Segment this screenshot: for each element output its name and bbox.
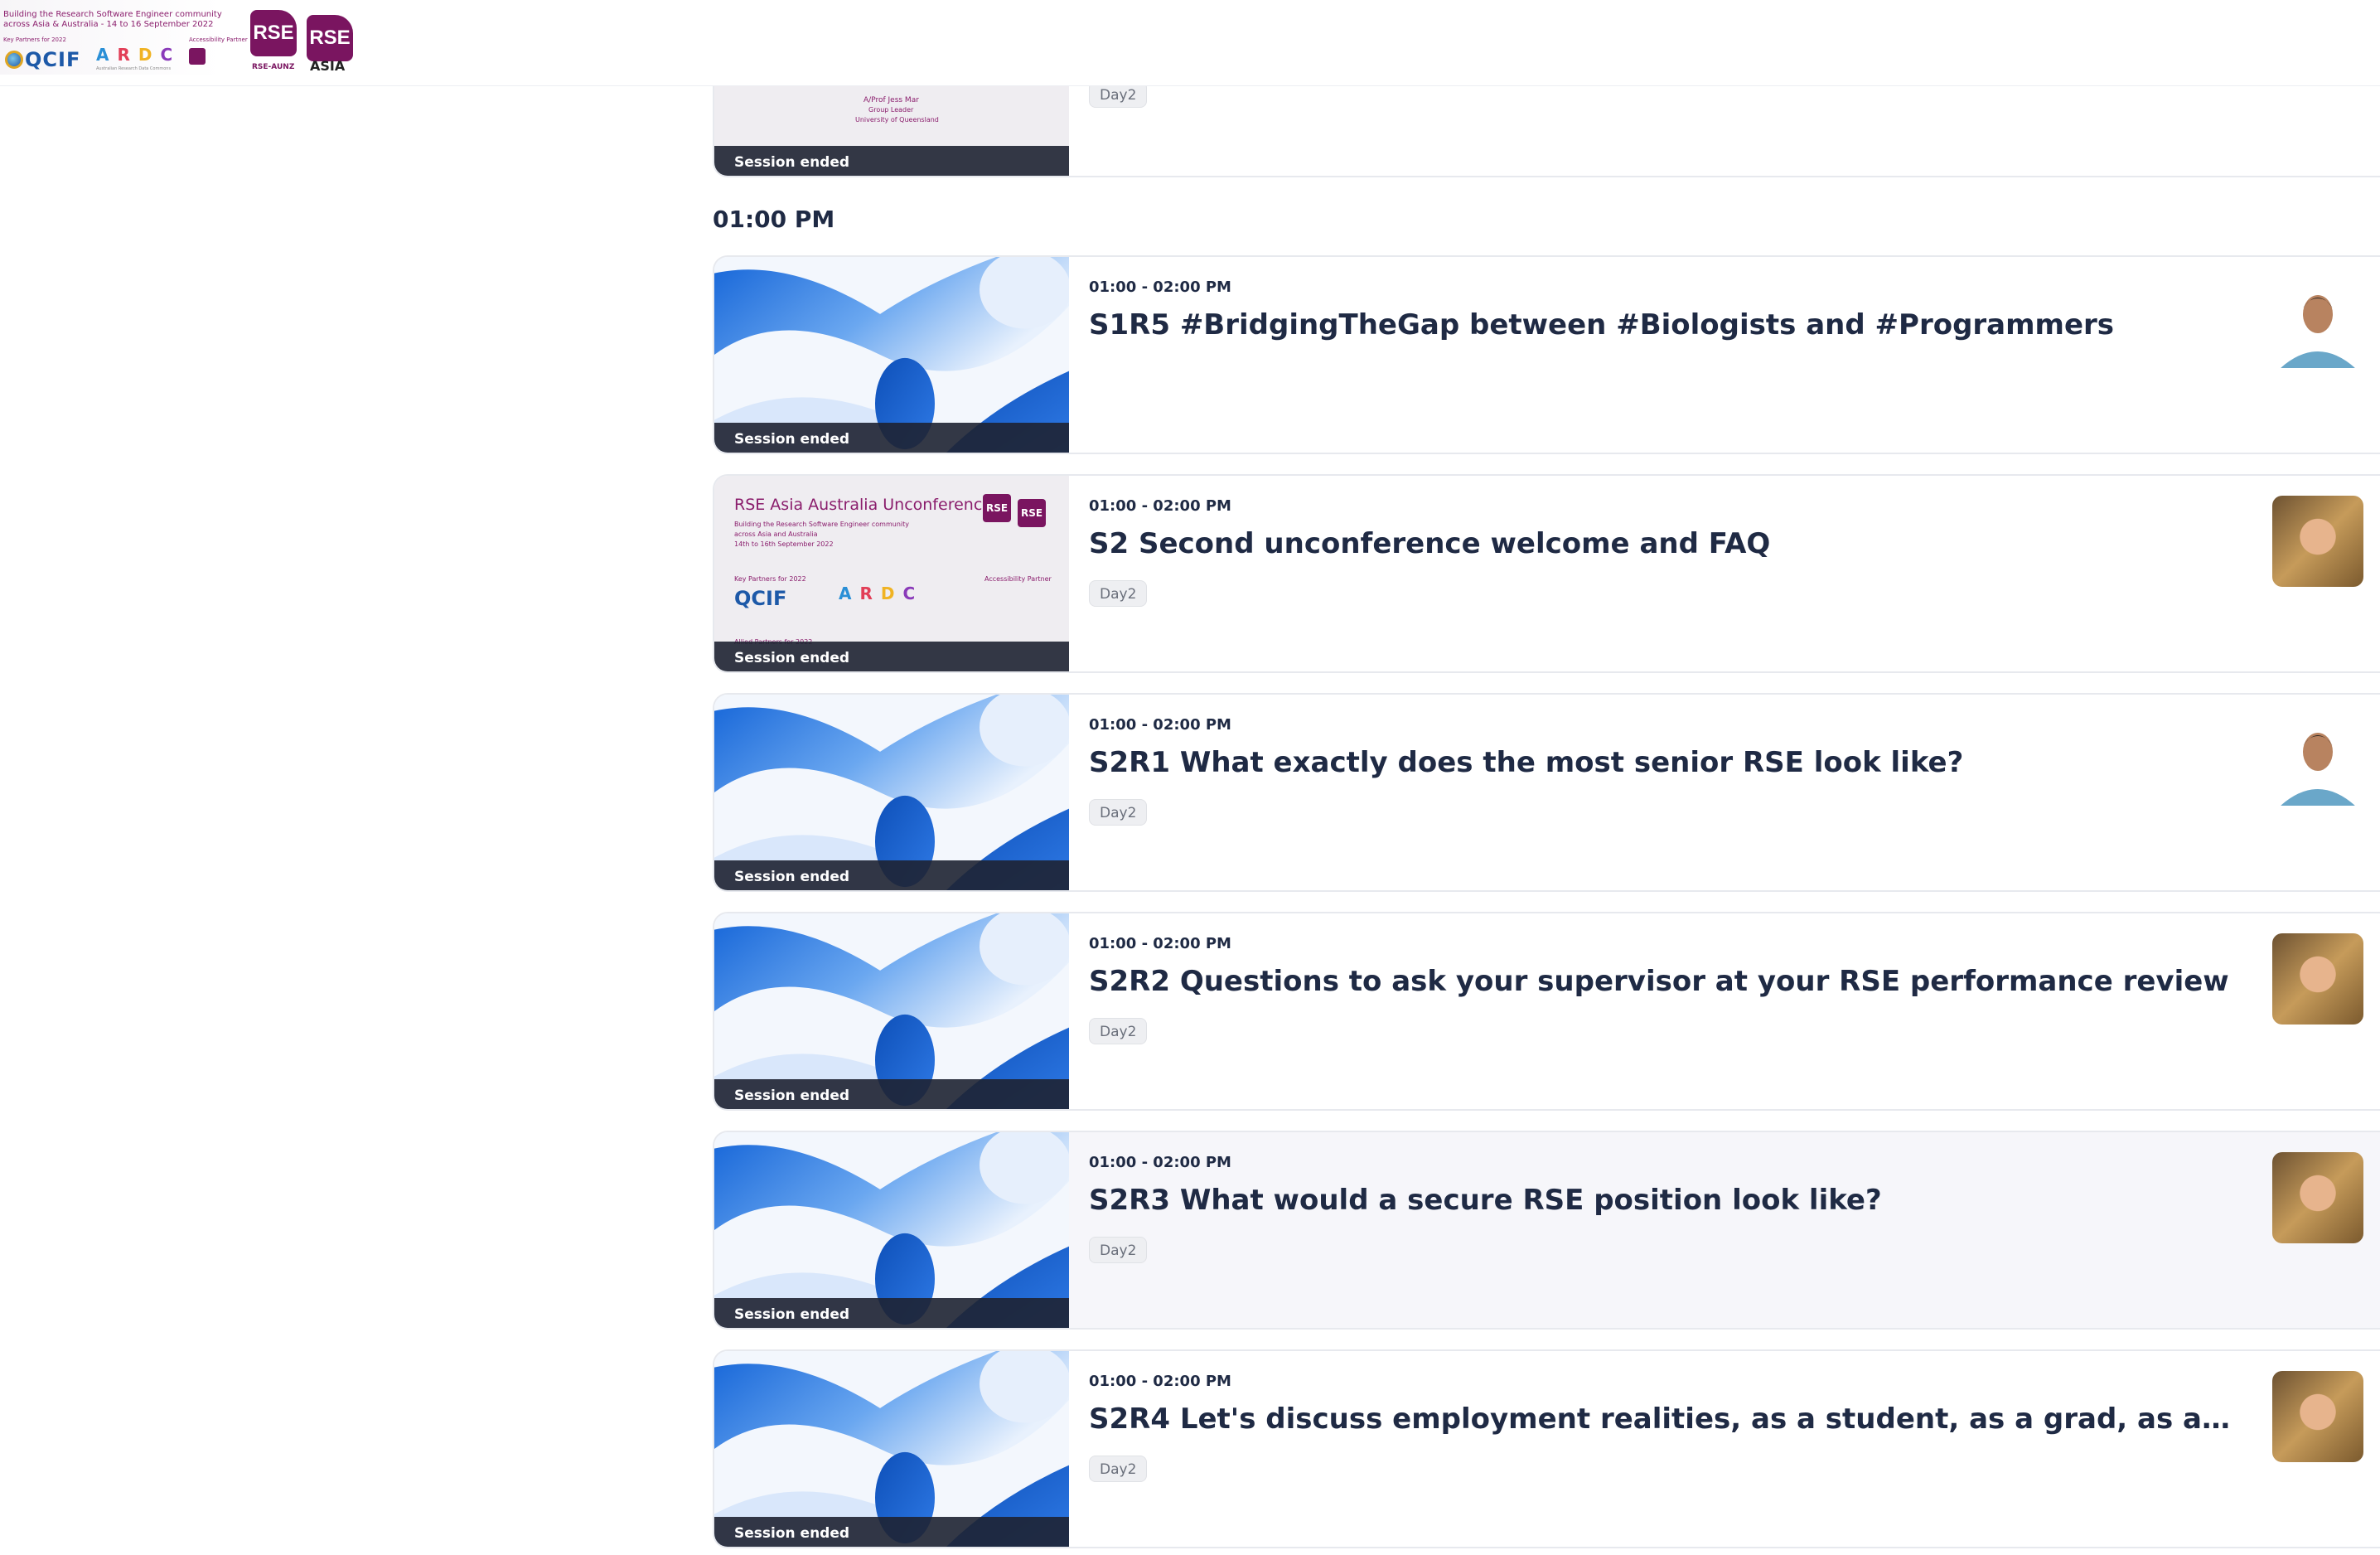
session-title[interactable]: S2R1 What exactly does the most senior R… [1089, 744, 2232, 781]
session-title[interactable]: S2R4 Let's discuss employment realities,… [1089, 1401, 2232, 1437]
session-time: 01:00 - 02:00 PM [1089, 716, 1231, 734]
qcif-logo: QCIF [734, 587, 787, 610]
speaker-photo [2272, 277, 2363, 368]
session-thumbnail: Session ended [714, 1351, 1069, 1547]
session-info: 01:00 - 02:00 PM S2 Second unconference … [1089, 496, 2232, 607]
thumb-speaker-name: A/Prof Jess Mar [863, 96, 919, 104]
accessibility-partner-logo [189, 48, 206, 65]
session-status: Session ended [714, 146, 1069, 176]
rse-aunz-logo: RSE [250, 10, 297, 56]
globe-icon [5, 51, 23, 69]
session-card[interactable]: Session ended 01:00 - 02:00 PM S2R2 Ques… [713, 912, 2380, 1111]
session-time: 01:00 - 02:00 PM [1089, 1373, 1231, 1390]
day-tag[interactable]: Day2 [1089, 1456, 1148, 1482]
day-tag[interactable]: Day2 [1089, 1018, 1148, 1044]
session-time: 01:00 - 02:00 PM [1089, 279, 1231, 296]
event-banner-logo[interactable]: Building the Research Software Engineer … [0, 0, 370, 75]
session-thumbnail: RSE Asia Australia Unconference Building… [714, 476, 1069, 671]
session-thumbnail: Session ended [714, 913, 1069, 1109]
ardc-subtitle: Australian Research Data Commons [96, 66, 172, 71]
schedule-list: A/Prof Jess Mar Group Leader University … [713, 0, 2380, 1555]
session-status: Session ended [714, 1079, 1069, 1109]
session-card[interactable]: Session ended 01:00 - 02:00 PM S1R5 #Bri… [713, 255, 2380, 454]
rse-asia-logo: RSE [1018, 499, 1046, 527]
session-time: 01:00 - 02:00 PM [1089, 935, 1231, 952]
session-title[interactable]: S2R2 Questions to ask your supervisor at… [1089, 963, 2232, 1000]
rse-asia-logo: RSE [307, 15, 353, 61]
thumb-speaker-role: Group Leader [868, 106, 914, 114]
qcif-text: QCIF [25, 48, 81, 71]
banner-accessibility-partner: Accessibility Partner [189, 36, 248, 43]
session-info: 01:00 - 02:00 PM S2R3 What would a secur… [1089, 1152, 2232, 1263]
rse-logo: RSE [983, 494, 1011, 522]
session-title[interactable]: S2R3 What would a secure RSE position lo… [1089, 1182, 2232, 1218]
session-status: Session ended [714, 860, 1069, 890]
time-slot-heading: 01:00 PM [713, 206, 835, 233]
thumb-conference-title: RSE Asia Australia Unconference [734, 496, 992, 514]
speaker-avatar[interactable] [2272, 1152, 2363, 1243]
session-card-hovered[interactable]: Session ended 01:00 - 02:00 PM S2R3 What… [713, 1131, 2380, 1330]
session-card[interactable]: Session ended 01:00 - 02:00 PM S2R4 Let'… [713, 1349, 2380, 1548]
session-info: 01:00 - 02:00 PM S2R1 What exactly does … [1089, 715, 2232, 826]
banner-dates: across Asia & Australia - 14 to 16 Septe… [3, 20, 214, 29]
qcif-logo: QCIF [5, 48, 80, 71]
session-title[interactable]: S1R5 #BridgingTheGap between #Biologists… [1089, 307, 2232, 343]
rse-aunz-label: RSE-AUNZ [252, 63, 295, 71]
day-tag[interactable]: Day2 [1089, 799, 1148, 826]
session-info: 01:00 - 02:00 PM S2R4 Let's discuss empl… [1089, 1371, 2232, 1482]
session-thumbnail: Session ended [714, 695, 1069, 890]
thumb-speaker-org: University of Queensland [855, 116, 939, 124]
speaker-photo [2272, 715, 2363, 806]
speaker-avatar[interactable] [2272, 715, 2363, 806]
session-status: Session ended [714, 642, 1069, 671]
session-status: Session ended [714, 1517, 1069, 1547]
top-header: Building the Research Software Engineer … [0, 0, 2380, 86]
banner-tagline: Building the Research Software Engineer … [3, 10, 222, 19]
speaker-avatar[interactable] [2272, 496, 2363, 587]
session-info: 01:00 - 02:00 PM S1R5 #BridgingTheGap be… [1089, 277, 2232, 343]
day-tag[interactable]: Day2 [1089, 1237, 1148, 1263]
session-card[interactable]: RSE Asia Australia Unconference Building… [713, 474, 2380, 673]
session-time: 01:00 - 02:00 PM [1089, 497, 1231, 515]
session-title[interactable]: S2 Second unconference welcome and FAQ [1089, 526, 2232, 562]
session-card[interactable]: Session ended 01:00 - 02:00 PM S2R1 What… [713, 693, 2380, 892]
session-time: 01:00 - 02:00 PM [1089, 1154, 1231, 1171]
day-tag[interactable]: Day2 [1089, 580, 1148, 607]
rse-asia-label: ASIA [310, 58, 346, 74]
session-thumbnail: Session ended [714, 1132, 1069, 1328]
session-status: Session ended [714, 1298, 1069, 1328]
session-info: 01:00 - 02:00 PM S2R2 Questions to ask y… [1089, 933, 2232, 1044]
banner-key-partners: Key Partners for 2022 [3, 36, 66, 43]
speaker-avatar[interactable] [2272, 933, 2363, 1025]
session-thumbnail: Session ended [714, 257, 1069, 453]
ardc-logo: ARDC [839, 584, 924, 603]
ardc-logo: ARDC [96, 45, 181, 65]
session-status: Session ended [714, 423, 1069, 453]
speaker-avatar[interactable] [2272, 277, 2363, 368]
speaker-avatar[interactable] [2272, 1371, 2363, 1462]
